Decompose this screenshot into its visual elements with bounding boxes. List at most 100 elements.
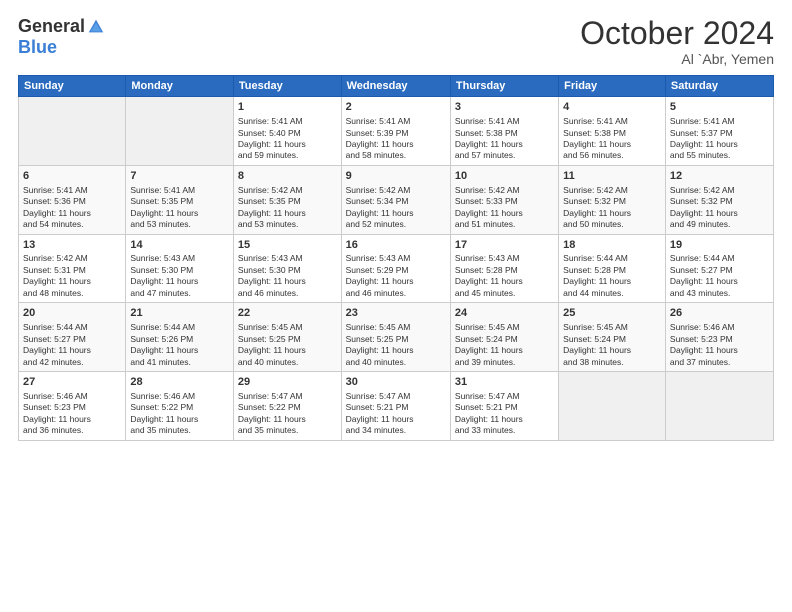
day-number: 5 <box>670 100 769 115</box>
location: Al `Abr, Yemen <box>580 51 774 67</box>
day-number: 31 <box>455 375 554 390</box>
table-row: 10Sunrise: 5:42 AMSunset: 5:33 PMDayligh… <box>450 165 558 234</box>
calendar-week-row: 1Sunrise: 5:41 AMSunset: 5:40 PMDaylight… <box>19 97 774 166</box>
table-row: 24Sunrise: 5:45 AMSunset: 5:24 PMDayligh… <box>450 303 558 372</box>
day-info: Sunrise: 5:43 AMSunset: 5:30 PMDaylight:… <box>130 253 229 299</box>
header-monday: Monday <box>126 76 234 97</box>
title-section: October 2024 Al `Abr, Yemen <box>580 16 774 67</box>
day-info: Sunrise: 5:44 AMSunset: 5:27 PMDaylight:… <box>23 322 121 368</box>
table-row: 31Sunrise: 5:47 AMSunset: 5:21 PMDayligh… <box>450 372 558 441</box>
day-info: Sunrise: 5:42 AMSunset: 5:31 PMDaylight:… <box>23 253 121 299</box>
logo-general-text: General <box>18 16 85 37</box>
table-row: 25Sunrise: 5:45 AMSunset: 5:24 PMDayligh… <box>559 303 666 372</box>
day-info: Sunrise: 5:43 AMSunset: 5:30 PMDaylight:… <box>238 253 337 299</box>
day-info: Sunrise: 5:43 AMSunset: 5:29 PMDaylight:… <box>346 253 446 299</box>
table-row: 30Sunrise: 5:47 AMSunset: 5:21 PMDayligh… <box>341 372 450 441</box>
table-row: 18Sunrise: 5:44 AMSunset: 5:28 PMDayligh… <box>559 234 666 303</box>
day-info: Sunrise: 5:42 AMSunset: 5:33 PMDaylight:… <box>455 185 554 231</box>
table-row: 20Sunrise: 5:44 AMSunset: 5:27 PMDayligh… <box>19 303 126 372</box>
table-row: 5Sunrise: 5:41 AMSunset: 5:37 PMDaylight… <box>665 97 773 166</box>
header-wednesday: Wednesday <box>341 76 450 97</box>
day-number: 7 <box>130 169 229 184</box>
table-row: 17Sunrise: 5:43 AMSunset: 5:28 PMDayligh… <box>450 234 558 303</box>
day-info: Sunrise: 5:47 AMSunset: 5:21 PMDaylight:… <box>455 391 554 437</box>
table-row: 22Sunrise: 5:45 AMSunset: 5:25 PMDayligh… <box>233 303 341 372</box>
table-row <box>665 372 773 441</box>
day-number: 30 <box>346 375 446 390</box>
day-number: 9 <box>346 169 446 184</box>
table-row: 28Sunrise: 5:46 AMSunset: 5:22 PMDayligh… <box>126 372 234 441</box>
day-info: Sunrise: 5:44 AMSunset: 5:27 PMDaylight:… <box>670 253 769 299</box>
page-header: General Blue October 2024 Al `Abr, Yemen <box>18 16 774 67</box>
header-thursday: Thursday <box>450 76 558 97</box>
table-row: 3Sunrise: 5:41 AMSunset: 5:38 PMDaylight… <box>450 97 558 166</box>
day-info: Sunrise: 5:41 AMSunset: 5:40 PMDaylight:… <box>238 116 337 162</box>
table-row: 4Sunrise: 5:41 AMSunset: 5:38 PMDaylight… <box>559 97 666 166</box>
table-row: 1Sunrise: 5:41 AMSunset: 5:40 PMDaylight… <box>233 97 341 166</box>
day-number: 11 <box>563 169 661 184</box>
day-number: 23 <box>346 306 446 321</box>
day-number: 13 <box>23 238 121 253</box>
day-number: 20 <box>23 306 121 321</box>
day-info: Sunrise: 5:41 AMSunset: 5:36 PMDaylight:… <box>23 185 121 231</box>
day-number: 29 <box>238 375 337 390</box>
day-info: Sunrise: 5:42 AMSunset: 5:35 PMDaylight:… <box>238 185 337 231</box>
day-info: Sunrise: 5:41 AMSunset: 5:35 PMDaylight:… <box>130 185 229 231</box>
day-number: 10 <box>455 169 554 184</box>
header-sunday: Sunday <box>19 76 126 97</box>
calendar-week-row: 6Sunrise: 5:41 AMSunset: 5:36 PMDaylight… <box>19 165 774 234</box>
day-number: 1 <box>238 100 337 115</box>
day-number: 18 <box>563 238 661 253</box>
table-row <box>559 372 666 441</box>
logo: General Blue <box>18 16 105 58</box>
table-row: 29Sunrise: 5:47 AMSunset: 5:22 PMDayligh… <box>233 372 341 441</box>
day-number: 12 <box>670 169 769 184</box>
month-title: October 2024 <box>580 16 774 51</box>
table-row: 26Sunrise: 5:46 AMSunset: 5:23 PMDayligh… <box>665 303 773 372</box>
day-number: 14 <box>130 238 229 253</box>
day-info: Sunrise: 5:47 AMSunset: 5:22 PMDaylight:… <box>238 391 337 437</box>
calendar-table: Sunday Monday Tuesday Wednesday Thursday… <box>18 75 774 441</box>
day-number: 27 <box>23 375 121 390</box>
table-row: 9Sunrise: 5:42 AMSunset: 5:34 PMDaylight… <box>341 165 450 234</box>
day-number: 21 <box>130 306 229 321</box>
day-info: Sunrise: 5:42 AMSunset: 5:32 PMDaylight:… <box>670 185 769 231</box>
day-number: 17 <box>455 238 554 253</box>
table-row: 16Sunrise: 5:43 AMSunset: 5:29 PMDayligh… <box>341 234 450 303</box>
table-row: 2Sunrise: 5:41 AMSunset: 5:39 PMDaylight… <box>341 97 450 166</box>
calendar-week-row: 20Sunrise: 5:44 AMSunset: 5:27 PMDayligh… <box>19 303 774 372</box>
logo-blue-text: Blue <box>18 37 57 57</box>
day-info: Sunrise: 5:41 AMSunset: 5:38 PMDaylight:… <box>563 116 661 162</box>
table-row <box>19 97 126 166</box>
day-info: Sunrise: 5:42 AMSunset: 5:34 PMDaylight:… <box>346 185 446 231</box>
day-info: Sunrise: 5:45 AMSunset: 5:25 PMDaylight:… <box>238 322 337 368</box>
day-number: 3 <box>455 100 554 115</box>
table-row: 21Sunrise: 5:44 AMSunset: 5:26 PMDayligh… <box>126 303 234 372</box>
table-row: 6Sunrise: 5:41 AMSunset: 5:36 PMDaylight… <box>19 165 126 234</box>
day-number: 25 <box>563 306 661 321</box>
table-row: 13Sunrise: 5:42 AMSunset: 5:31 PMDayligh… <box>19 234 126 303</box>
day-number: 6 <box>23 169 121 184</box>
table-row: 12Sunrise: 5:42 AMSunset: 5:32 PMDayligh… <box>665 165 773 234</box>
day-number: 26 <box>670 306 769 321</box>
table-row: 7Sunrise: 5:41 AMSunset: 5:35 PMDaylight… <box>126 165 234 234</box>
table-row: 14Sunrise: 5:43 AMSunset: 5:30 PMDayligh… <box>126 234 234 303</box>
day-info: Sunrise: 5:45 AMSunset: 5:24 PMDaylight:… <box>455 322 554 368</box>
day-info: Sunrise: 5:46 AMSunset: 5:23 PMDaylight:… <box>23 391 121 437</box>
header-friday: Friday <box>559 76 666 97</box>
header-saturday: Saturday <box>665 76 773 97</box>
calendar-week-row: 27Sunrise: 5:46 AMSunset: 5:23 PMDayligh… <box>19 372 774 441</box>
day-info: Sunrise: 5:45 AMSunset: 5:24 PMDaylight:… <box>563 322 661 368</box>
header-tuesday: Tuesday <box>233 76 341 97</box>
day-info: Sunrise: 5:46 AMSunset: 5:22 PMDaylight:… <box>130 391 229 437</box>
calendar-header-row: Sunday Monday Tuesday Wednesday Thursday… <box>19 76 774 97</box>
day-info: Sunrise: 5:42 AMSunset: 5:32 PMDaylight:… <box>563 185 661 231</box>
day-info: Sunrise: 5:46 AMSunset: 5:23 PMDaylight:… <box>670 322 769 368</box>
day-info: Sunrise: 5:44 AMSunset: 5:28 PMDaylight:… <box>563 253 661 299</box>
calendar-week-row: 13Sunrise: 5:42 AMSunset: 5:31 PMDayligh… <box>19 234 774 303</box>
day-number: 15 <box>238 238 337 253</box>
day-number: 4 <box>563 100 661 115</box>
table-row: 27Sunrise: 5:46 AMSunset: 5:23 PMDayligh… <box>19 372 126 441</box>
day-info: Sunrise: 5:44 AMSunset: 5:26 PMDaylight:… <box>130 322 229 368</box>
day-number: 16 <box>346 238 446 253</box>
